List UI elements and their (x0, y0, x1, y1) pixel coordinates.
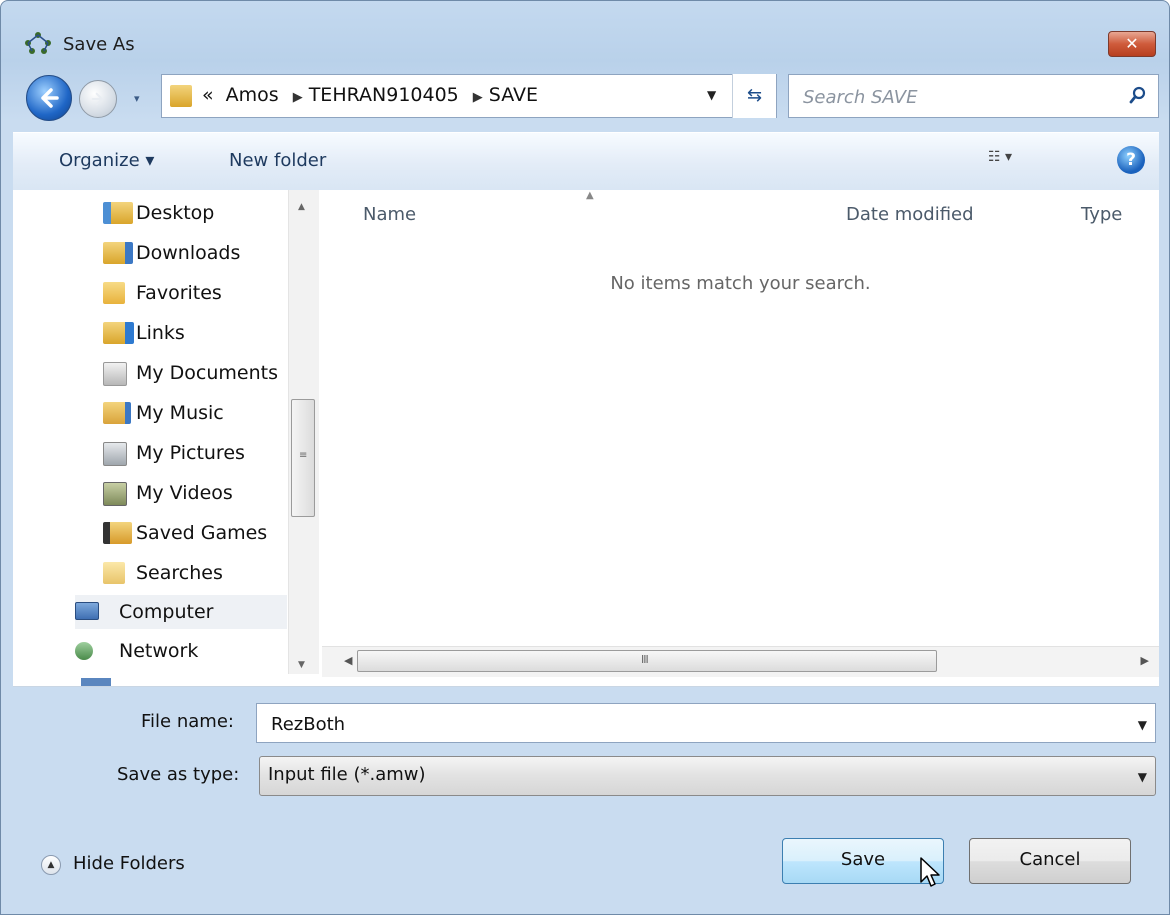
title-bar: Save As ✕ (1, 1, 1169, 57)
sidebar-item-label: Desktop (136, 202, 215, 224)
sidebar-item-saved-games[interactable]: Saved Games (103, 518, 283, 554)
sidebar-item-label: My Pictures (136, 442, 245, 464)
file-list: ▲ Name Date modified Type No items match… (322, 190, 1159, 686)
sort-ascending-icon: ▲ (586, 190, 594, 201)
organize-button[interactable]: Organize ▾ (59, 150, 154, 171)
sidebar-item-label: Searches (136, 562, 223, 584)
back-arrow-icon (41, 88, 59, 108)
scroll-down-icon[interactable]: ▼ (298, 660, 305, 670)
breadcrumb: « Amos ▶ TEHRAN910405 ▶ SAVE (202, 84, 544, 106)
search-box[interactable] (788, 74, 1159, 118)
forward-button[interactable] (79, 80, 117, 118)
scrollbar-grip-icon: III (641, 653, 649, 666)
scroll-right-icon[interactable]: ▶ (1141, 654, 1149, 667)
scrollbar-thumb[interactable]: III (357, 650, 937, 672)
close-button[interactable]: ✕ (1108, 31, 1156, 57)
searches-folder-icon (103, 562, 125, 584)
sidebar-item-label: Favorites (136, 282, 222, 304)
sidebar-item-favorites[interactable]: Favorites (103, 278, 283, 314)
sidebar-item-label: My Videos (136, 482, 233, 504)
save-as-type-select[interactable]: Input file (*.amw) ▼ (259, 756, 1156, 796)
favorites-folder-icon (103, 282, 125, 304)
sidebar-item-label: My Documents (136, 362, 279, 384)
scrollbar-thumb[interactable]: ≡ (291, 399, 315, 517)
save-as-type-label: Save as type: (117, 764, 240, 785)
breadcrumb-overflow[interactable]: « (202, 84, 214, 106)
refresh-button[interactable]: ⇆ (732, 74, 776, 118)
change-view-button[interactable]: ☷ ▾ (988, 149, 1012, 165)
mouse-cursor-icon (920, 857, 940, 887)
saved-games-folder-icon (103, 522, 132, 544)
column-header-name[interactable]: Name (363, 204, 416, 225)
command-bar: Organize ▾ New folder ☷ ▾ ? (13, 132, 1159, 191)
sidebar-item-label: Network (119, 640, 199, 662)
refresh-icon: ⇆ (746, 85, 763, 106)
documents-folder-icon (103, 362, 127, 386)
pictures-folder-icon (103, 442, 127, 466)
recent-locations-dropdown[interactable]: ▾ (134, 92, 140, 105)
file-name-field[interactable]: ▼ (256, 703, 1156, 743)
network-icon (75, 642, 93, 660)
sidebar-item-label: My Music (136, 402, 224, 424)
forward-arrow-icon (91, 92, 104, 106)
close-icon: ✕ (1125, 34, 1139, 53)
search-input[interactable] (801, 82, 1105, 112)
sidebar-item-label: Computer (119, 601, 214, 623)
sidebar-item-desktop[interactable]: Desktop (103, 198, 283, 234)
back-button[interactable] (26, 75, 72, 121)
sidebar-item-links[interactable]: Links (103, 318, 283, 354)
sidebar-item-my-pictures[interactable]: My Pictures (103, 438, 283, 474)
sidebar-item-network[interactable]: Network (75, 636, 287, 672)
help-button[interactable]: ? (1117, 146, 1145, 174)
search-icon[interactable] (1128, 85, 1148, 105)
file-name-input[interactable] (269, 709, 1113, 739)
sidebar-item-downloads[interactable]: Downloads (103, 238, 283, 274)
sidebar-item-my-documents[interactable]: My Documents (103, 358, 288, 394)
app-icon (23, 31, 53, 55)
links-folder-icon (103, 322, 134, 344)
breadcrumb-separator-icon[interactable]: ▶ (473, 90, 483, 105)
address-bar[interactable]: « Amos ▶ TEHRAN910405 ▶ SAVE (161, 74, 777, 118)
window-title: Save As (63, 34, 135, 55)
breadcrumb-item-tehran[interactable]: TEHRAN910405 (309, 84, 459, 106)
scroll-up-icon[interactable]: ▲ (298, 202, 305, 212)
hide-folders-label: Hide Folders (73, 853, 185, 874)
scrollbar-grip-icon: ≡ (299, 450, 308, 461)
column-header-date-modified[interactable]: Date modified (846, 204, 974, 225)
sidebar-item-my-music[interactable]: My Music (103, 398, 283, 434)
downloads-folder-icon (103, 242, 133, 264)
sidebar-item-label: Downloads (136, 242, 241, 264)
control-panel-icon (81, 678, 111, 686)
column-header-type[interactable]: Type (1081, 204, 1122, 225)
computer-icon (75, 602, 99, 620)
sidebar-item-computer[interactable]: Computer (75, 595, 287, 629)
file-name-label: File name: (141, 711, 234, 732)
file-list-scrollbar[interactable]: ◀ III ▶ (322, 646, 1159, 677)
folder-icon (170, 85, 192, 107)
save-as-dialog: Save As ✕ ▾ « Amos ▶ TEHRAN910405 ▶ SAVE ▼ ⇆ (0, 0, 1170, 915)
navigation-pane: Desktop Downloads Favorites Links My Doc… (13, 190, 322, 686)
breadcrumb-item-save[interactable]: SAVE (489, 84, 538, 106)
sidebar-item-searches[interactable]: Searches (103, 558, 283, 594)
content-area: Desktop Downloads Favorites Links My Doc… (13, 190, 1159, 687)
empty-message: No items match your search. (610, 273, 871, 294)
hide-folders-button[interactable]: ▲ Hide Folders (41, 849, 241, 883)
music-folder-icon (103, 402, 131, 424)
file-name-dropdown-icon[interactable]: ▼ (1138, 718, 1147, 732)
save-as-type-value: Input file (*.amw) (268, 764, 426, 785)
sidebar-item-my-videos[interactable]: My Videos (103, 478, 283, 514)
chevron-down-icon: ▼ (1137, 770, 1147, 784)
breadcrumb-item-amos[interactable]: Amos (226, 84, 279, 106)
videos-folder-icon (103, 482, 127, 506)
scroll-left-icon[interactable]: ◀ (344, 654, 352, 667)
desktop-folder-icon (103, 202, 133, 224)
sidebar-scrollbar[interactable]: ▲ ≡ ▼ (288, 190, 319, 674)
sidebar-item-label: Saved Games (136, 522, 268, 544)
new-folder-button[interactable]: New folder (229, 150, 326, 171)
cancel-button[interactable]: Cancel (969, 838, 1131, 884)
sidebar-item-label: Links (136, 322, 185, 344)
breadcrumb-separator-icon[interactable]: ▶ (293, 90, 303, 105)
chevron-up-icon: ▲ (41, 855, 61, 875)
